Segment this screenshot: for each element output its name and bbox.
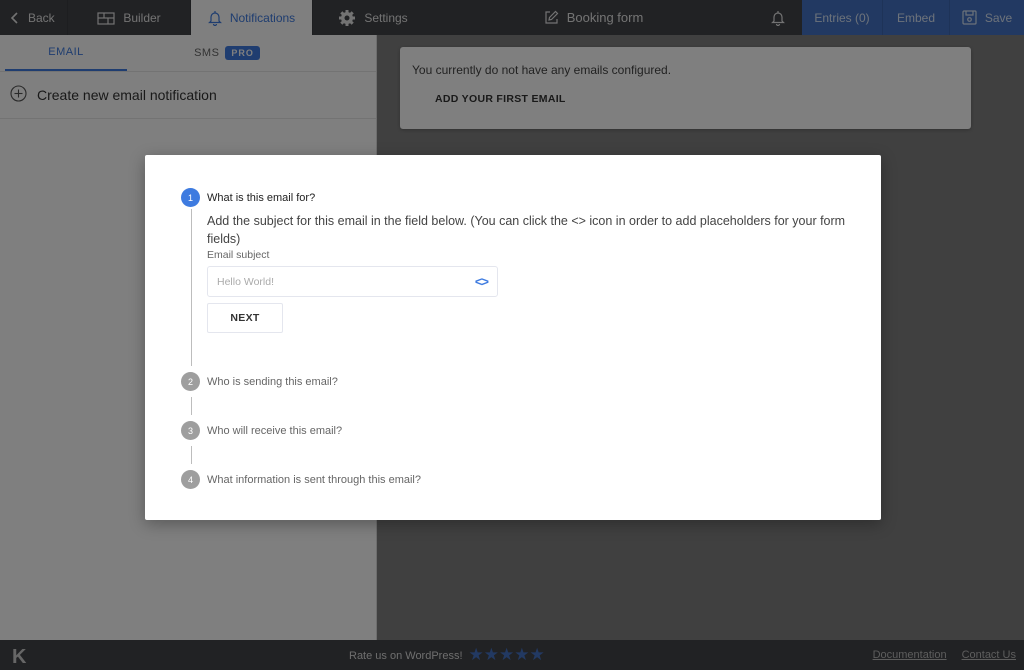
email-setup-modal: 1 What is this email for? Add the subjec… [145, 155, 881, 520]
email-subject-input[interactable] [208, 267, 458, 296]
step-title: Who will receive this email? [207, 424, 343, 437]
step-title: Who is sending this email? [207, 375, 338, 388]
step-number-badge: 3 [181, 421, 200, 440]
step-connector [191, 209, 192, 366]
email-subject-field: <> [207, 266, 498, 297]
step-2[interactable]: 2 Who is sending this email? [181, 372, 338, 391]
email-subject-label: Email subject [207, 249, 270, 261]
step-connector [191, 446, 192, 464]
code-placeholder-icon[interactable]: <> [475, 274, 489, 289]
step-title: What is this email for? [207, 191, 316, 204]
step-3[interactable]: 3 Who will receive this email? [181, 421, 342, 440]
step-number-badge: 4 [181, 470, 200, 489]
step-title: What information is sent through this em… [207, 473, 421, 486]
step-1[interactable]: 1 What is this email for? [181, 188, 315, 207]
step-description: Add the subject for this email in the fi… [207, 214, 846, 246]
next-button[interactable]: NEXT [207, 303, 283, 333]
step-number-badge: 2 [181, 372, 200, 391]
step-number-badge: 1 [181, 188, 200, 207]
step-1-content: Add the subject for this email in the fi… [207, 212, 847, 333]
step-4[interactable]: 4 What information is sent through this … [181, 470, 421, 489]
step-connector [191, 397, 192, 415]
